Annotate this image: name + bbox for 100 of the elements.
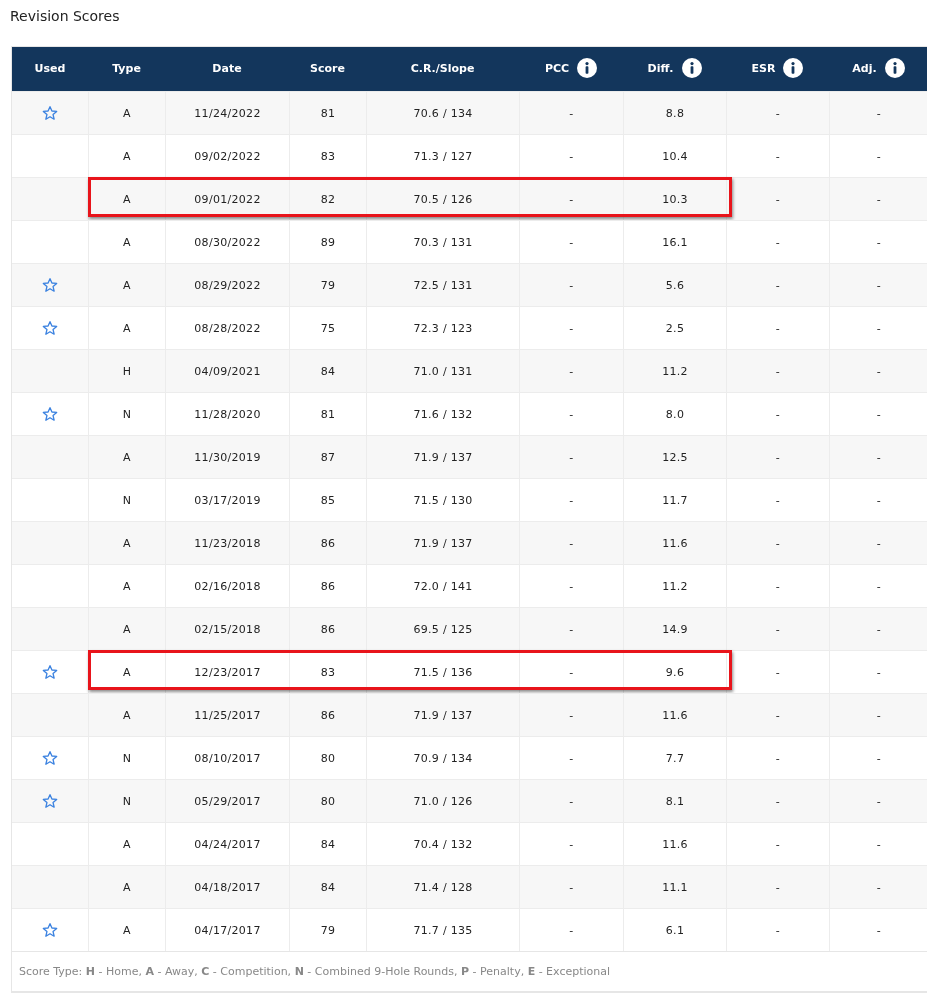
table-cell: 08/10/2017 [194,751,261,765]
table-cell: 87 [320,450,336,464]
table-cell: - [876,622,882,636]
column-header: Score [310,61,345,75]
table-cell: 6.1 [665,923,685,937]
table-cell: - [775,536,781,550]
table-cell: - [876,751,882,765]
table-cell: - [775,192,781,206]
table-cell: - [876,579,882,593]
table-cell: 11/25/2017 [194,708,261,722]
table-cell: - [876,321,882,335]
table-cell: - [569,579,574,593]
table-cell: A [123,106,131,120]
table-cell: - [876,407,882,421]
table-cell: 83 [320,149,336,163]
info-icon[interactable] [577,58,598,78]
table-cell: - [876,837,882,851]
table-cell: 70.4 / 132 [413,837,473,851]
table-cell: - [876,192,882,206]
table-cell: A [123,665,131,679]
table-cell: 03/17/2019 [194,493,261,507]
table-cell: N [122,751,132,765]
table-cell: - [569,837,574,851]
table-cell: 11/28/2020 [194,407,261,421]
table-cell: - [569,665,574,679]
table-cell: 08/30/2022 [194,235,261,249]
table-cell: 86 [320,622,336,636]
table-cell: 69.5 / 125 [413,622,473,636]
score-type-legend: Score Type: H - Home, A - Away, C - Competition, N - Combined 9-Hole Rounds, P - Penalty, E - Exceptional [12,951,927,992]
info-icon[interactable] [783,58,804,78]
table-cell: A [123,579,131,593]
table-cell: - [569,450,574,464]
column-header: C.R./Slope [410,61,475,75]
table-cell: - [569,622,574,636]
info-icon[interactable] [681,58,702,78]
table-cell: - [569,751,574,765]
table-cell: - [876,149,882,163]
table-cell: - [876,235,882,249]
table-cell: 5.6 [665,278,685,292]
table-cell: 84 [320,837,336,851]
table-cell: 7.7 [665,751,685,765]
table-cell: - [775,321,781,335]
table-cell: 05/29/2017 [194,794,261,808]
table-cell: 04/09/2021 [194,364,261,378]
table-cell: A [123,321,131,335]
section-title: Revision Scores [10,8,121,24]
table-cell: A [123,622,131,636]
table-cell: 11.6 [662,708,688,722]
table-cell: 08/29/2022 [194,278,261,292]
column-header: PCC [544,61,570,75]
table-cell: 71.6 / 132 [413,407,473,421]
table-cell: 71.9 / 137 [413,708,473,722]
table-cell: 12/23/2017 [194,665,261,679]
table-cell: - [775,708,781,722]
table-cell: 80 [320,794,336,808]
table-cell: 11.6 [662,536,688,550]
table-cell: - [876,880,882,894]
table-cell: 81 [320,106,336,120]
table-cell: 8.0 [665,407,685,421]
table-cell: 84 [320,364,336,378]
table-cell: 86 [320,579,336,593]
table-cell: - [775,880,781,894]
table-cell: 08/28/2022 [194,321,261,335]
column-header: Diff. [647,61,674,75]
table-cell: H [122,364,132,378]
table-cell: - [569,278,574,292]
table-cell: N [122,407,132,421]
table-cell: 71.4 / 128 [413,880,473,894]
table-cell: A [123,278,131,292]
table-cell: - [775,579,781,593]
table-cell: 8.1 [665,794,685,808]
table-cell: - [876,536,882,550]
table-cell: 11.6 [662,837,688,851]
table-cell: 89 [320,235,336,249]
column-header: Used [34,61,66,75]
table-cell: 79 [320,278,336,292]
table-cell: 83 [320,665,336,679]
table-cell: - [569,192,574,206]
info-icon[interactable] [884,58,905,78]
table-cell: 11/23/2018 [194,536,261,550]
table-cell: - [876,364,882,378]
table-cell: N [122,794,132,808]
table-cell: - [569,708,574,722]
table-cell: 70.9 / 134 [413,751,473,765]
table-cell: 72.5 / 131 [413,278,473,292]
table-cell: - [876,278,882,292]
table-cell: 79 [320,923,336,937]
table-cell: 11/30/2019 [194,450,261,464]
table-cell: - [876,794,882,808]
table-cell: - [775,407,781,421]
table-cell: 8.8 [665,106,685,120]
table-cell: 86 [320,708,336,722]
table-cell: A [123,450,131,464]
table-cell: 84 [320,880,336,894]
table-cell: 75 [320,321,336,335]
table-cell: 71.5 / 136 [413,665,473,679]
table-cell: 14.9 [662,622,688,636]
table-cell: 12.5 [662,450,688,464]
table-cell: 04/24/2017 [194,837,261,851]
table-cell: A [123,235,131,249]
